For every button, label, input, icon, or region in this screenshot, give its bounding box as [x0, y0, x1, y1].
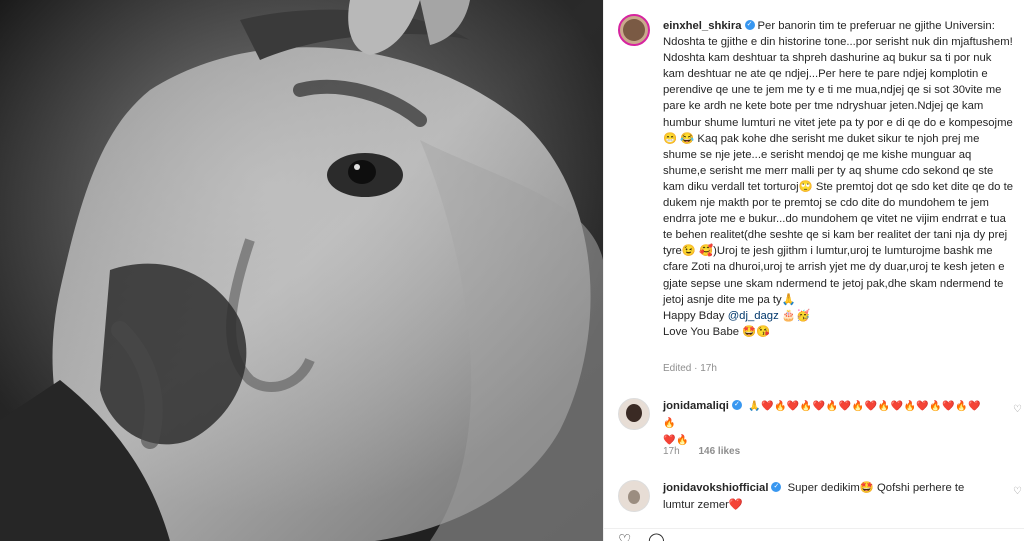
heart-outline-icon[interactable]: ♡: [1013, 486, 1022, 497]
mention-link[interactable]: @dj_dagz: [728, 310, 779, 322]
commenter-avatar[interactable]: [618, 398, 650, 430]
post-media[interactable]: [0, 0, 603, 541]
like-icon[interactable]: ♡: [618, 531, 631, 541]
verified-badge-icon: ✓: [744, 20, 755, 31]
post-action-bar: ♡ ◯: [604, 528, 1024, 541]
comment-time[interactable]: 17h: [663, 446, 680, 457]
author-avatar[interactable]: [618, 14, 650, 46]
heart-outline-icon[interactable]: ♡: [1013, 404, 1022, 415]
commenter-username[interactable]: jonidavokshiofficial: [663, 482, 768, 494]
verified-badge-icon: ✓: [731, 400, 742, 411]
author-username[interactable]: einxhel_shkira: [663, 20, 742, 32]
comment-meta: 17h 146 likes: [663, 446, 756, 457]
comment-likes[interactable]: 146 likes: [698, 446, 740, 457]
comment-icon[interactable]: ◯: [648, 531, 665, 541]
caption-closing-prefix: Happy Bday: [663, 309, 728, 322]
comment-body: jonidavokshiofficial ✓ Super dedikim🤩 Qof…: [663, 480, 993, 514]
caption-closing-suffix: 🎂🥳: [778, 309, 811, 322]
commenter-avatar[interactable]: [618, 480, 650, 512]
comment-text-line2: ❤️🔥: [663, 435, 689, 446]
verified-badge-icon: ✓: [771, 482, 782, 493]
commenter-username[interactable]: jonidamaliqi: [663, 400, 729, 412]
post-photo: [0, 0, 603, 541]
caption-closing-line2: Love You Babe 🤩😘: [663, 325, 771, 338]
post-caption: einxhel_shkira ✓ Per banorin tim te prefer…: [663, 18, 1015, 340]
comment-body: jonidamaliqi ✓ 🙏❤️🔥❤️🔥❤️🔥❤️🔥❤️🔥❤️🔥❤️🔥❤️🔥❤…: [663, 398, 993, 449]
post-details-panel: einxhel_shkira ✓ Per banorin tim te prefer…: [603, 0, 1024, 541]
caption-text: Per banorin tim te preferuar ne gjithe U…: [663, 20, 1017, 306]
edited-timestamp[interactable]: Edited · 17h: [663, 363, 717, 374]
